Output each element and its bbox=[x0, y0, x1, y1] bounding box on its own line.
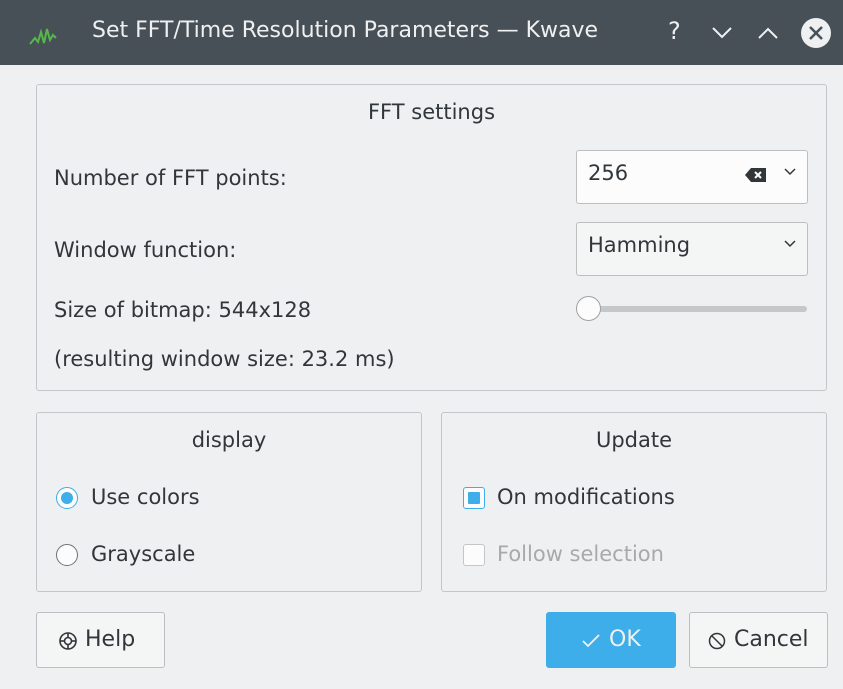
help-button[interactable]: Help bbox=[36, 612, 165, 668]
bitmap-size-slider-track[interactable] bbox=[585, 306, 807, 312]
window-function-value: Hamming bbox=[588, 233, 691, 257]
chevron-up-icon bbox=[758, 27, 778, 39]
help-lifebuoy-icon bbox=[59, 632, 77, 650]
follow-selection-label[interactable]: Follow selection bbox=[497, 542, 664, 566]
cancel-button[interactable]: Cancel bbox=[689, 612, 828, 668]
bitmap-size-text: Size of bitmap: 544x128 bbox=[54, 298, 312, 322]
minimize-button[interactable] bbox=[704, 15, 740, 51]
fft-points-combobox[interactable]: 256 bbox=[576, 150, 808, 204]
grayscale-label[interactable]: Grayscale bbox=[91, 542, 195, 566]
update-group-title: Update bbox=[595, 428, 673, 452]
window-function-select[interactable]: Hamming bbox=[576, 222, 808, 276]
ok-button[interactable]: OK bbox=[546, 612, 676, 668]
help-glyph: ? bbox=[668, 17, 681, 45]
maximize-button[interactable] bbox=[750, 15, 786, 51]
cancel-icon bbox=[708, 632, 726, 650]
use-colors-label[interactable]: Use colors bbox=[91, 485, 200, 509]
chevron-down-icon bbox=[784, 240, 796, 248]
follow-selection-checkbox[interactable] bbox=[463, 544, 485, 566]
fft-points-value: 256 bbox=[588, 161, 629, 185]
window-size-text: (resulting window size: 23.2 ms) bbox=[54, 347, 395, 371]
bitmap-size-slider-handle[interactable] bbox=[576, 296, 601, 321]
on-modifications-checkbox[interactable] bbox=[463, 487, 485, 509]
window-function-label: Window function: bbox=[54, 238, 237, 262]
context-help-button[interactable]: ? bbox=[660, 15, 696, 51]
help-button-label: Help bbox=[85, 627, 136, 652]
display-group-title: display bbox=[191, 428, 267, 452]
close-button[interactable] bbox=[798, 15, 834, 51]
on-modifications-label[interactable]: On modifications bbox=[497, 485, 675, 509]
grayscale-radio[interactable] bbox=[56, 544, 78, 566]
fft-settings-title: FFT settings bbox=[367, 100, 496, 124]
fft-points-label: Number of FFT points: bbox=[54, 166, 287, 190]
chevron-down-icon bbox=[712, 27, 732, 39]
use-colors-radio[interactable] bbox=[56, 487, 78, 509]
chevron-down-icon bbox=[784, 168, 796, 176]
window-title: Set FFT/Time Resolution Parameters — Kwa… bbox=[92, 18, 599, 43]
kwave-app-icon bbox=[29, 28, 57, 45]
clear-text-icon[interactable] bbox=[743, 165, 769, 185]
cancel-button-label: Cancel bbox=[734, 627, 809, 652]
close-icon bbox=[801, 18, 831, 48]
title-bar[interactable]: Set FFT/Time Resolution Parameters — Kwa… bbox=[0, 0, 843, 65]
checkmark-icon bbox=[582, 634, 600, 648]
ok-button-label: OK bbox=[609, 627, 641, 652]
